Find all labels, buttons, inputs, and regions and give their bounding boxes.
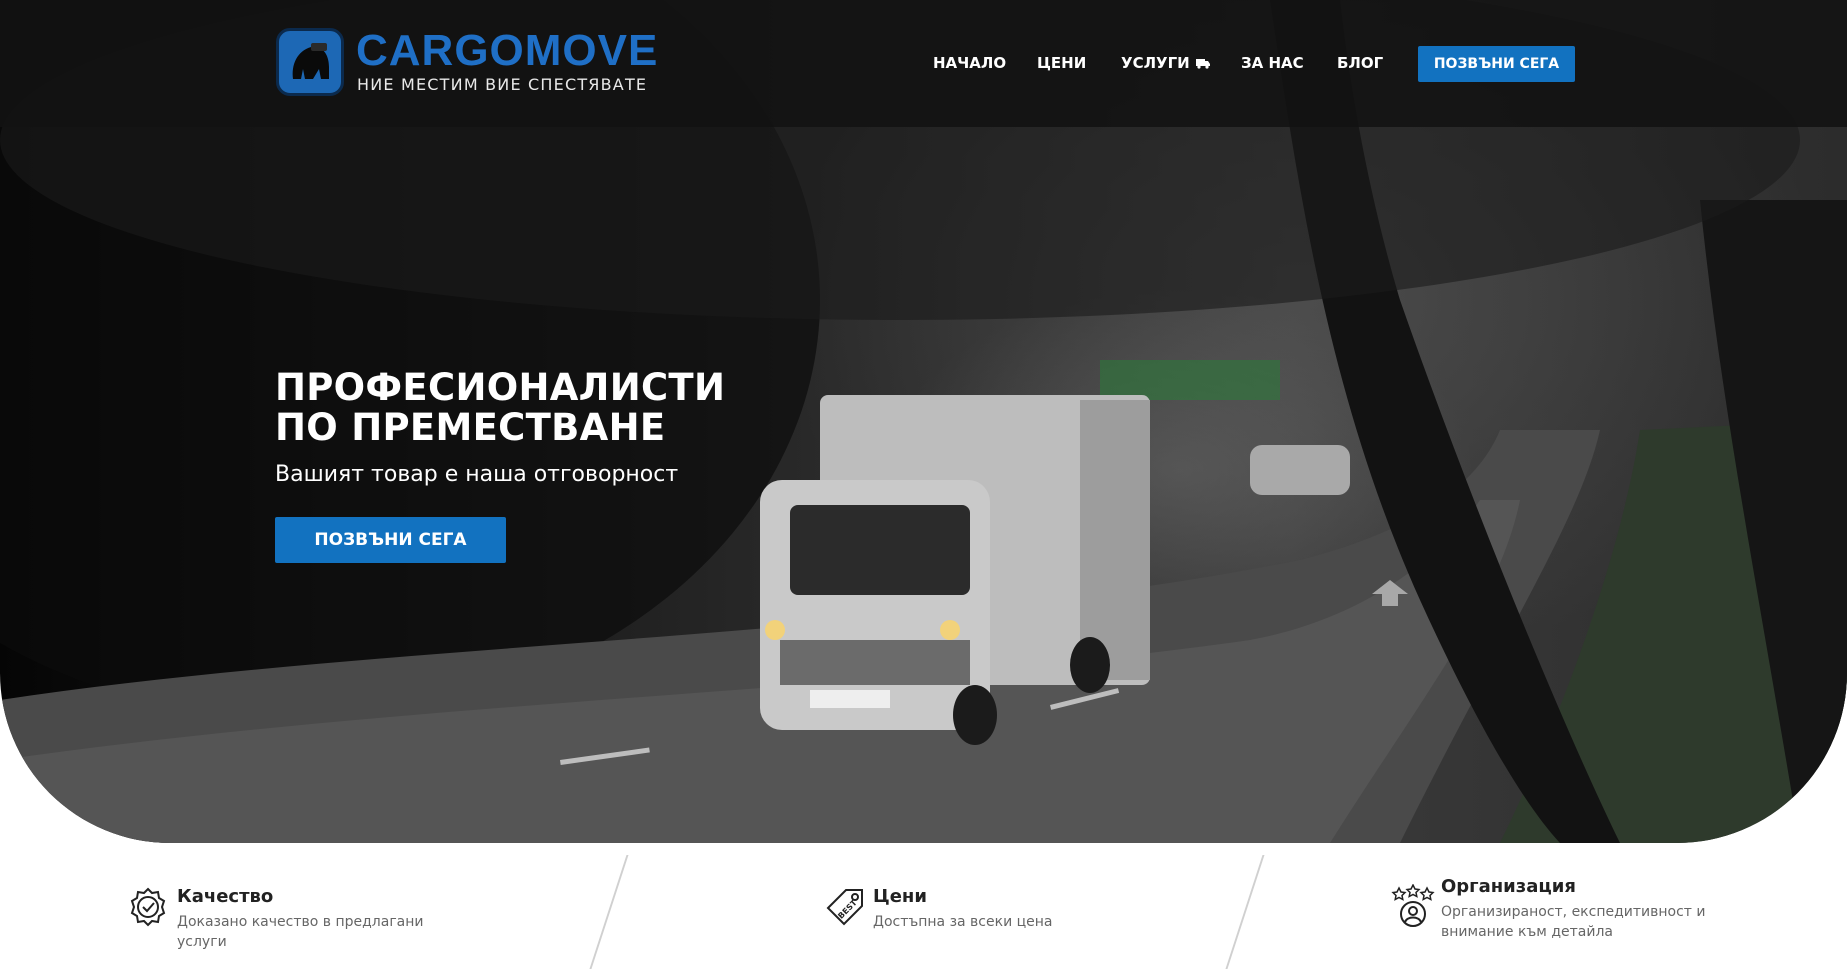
hero-title-line1: ПРОФЕСИОНАЛИСТИ xyxy=(275,366,726,409)
call-now-button-hero[interactable]: ПОЗВЪНИ СЕГА xyxy=(275,517,506,563)
feature-description: Доказано качество в предлагани услуги xyxy=(177,914,424,950)
nav-item-about[interactable]: ЗА НАС xyxy=(1241,54,1304,72)
gorilla-logo-icon xyxy=(276,28,344,96)
nav-item-home[interactable]: НАЧАЛО xyxy=(933,54,1006,72)
truck-icon xyxy=(1195,55,1210,69)
nav-item-services-label: УСЛУГИ xyxy=(1121,54,1190,72)
feature-title: Организация xyxy=(1441,876,1576,897)
brand-tagline: НИЕ МЕСТИМ ВИЕ СПЕСТЯВАТЕ xyxy=(357,75,648,94)
hero-subtitle: Вашият товар е наша отговорност xyxy=(275,462,679,487)
truck-illustration xyxy=(760,395,1150,745)
feature-title: Качество xyxy=(177,886,274,907)
brand-name: CARGOMOVE xyxy=(356,26,659,75)
call-now-button-header[interactable]: ПОЗВЪНИ СЕГА xyxy=(1418,46,1575,82)
best-price-tag-icon: BEST xyxy=(824,886,866,933)
nav-item-prices[interactable]: ЦЕНИ xyxy=(1037,54,1086,72)
nav-item-blog[interactable]: БЛОГ xyxy=(1337,54,1383,72)
feature-title: Цени xyxy=(873,886,927,907)
hero-title-line2: ПО ПРЕМЕСТВАНЕ xyxy=(275,406,666,449)
quality-badge-icon xyxy=(128,887,168,932)
feature-description: Организираност, експедитивност и внимани… xyxy=(1441,904,1706,940)
logo[interactable]: CARGOMOVE НИЕ МЕСТИМ ВИЕ СПЕСТЯВАТЕ xyxy=(276,26,659,98)
nav-item-services[interactable]: УСЛУГИ xyxy=(1121,54,1210,72)
stars-user-icon xyxy=(1391,883,1435,933)
svg-text:BEST: BEST xyxy=(836,898,859,921)
feature-description: Достъпна за всеки цена xyxy=(873,914,1053,930)
site-header: CARGOMOVE НИЕ МЕСТИМ ВИЕ СПЕСТЯВАТЕ НАЧА… xyxy=(0,0,1847,127)
hero-title: ПРОФЕСИОНАЛИСТИ ПО ПРЕМЕСТВАНЕ xyxy=(275,368,795,448)
